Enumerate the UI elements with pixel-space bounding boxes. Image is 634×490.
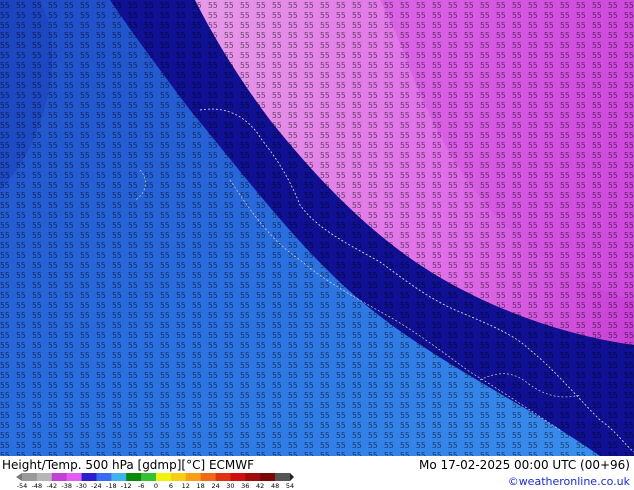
scale-tick-label: -42 [46, 482, 58, 490]
valid-time: Mo 17-02-2025 00:00 UTC (00+96) [418, 458, 630, 472]
temperature-map: 55 [0, 0, 634, 456]
scale-tick-label: -24 [91, 482, 102, 490]
footer-bar: Height/Temp. 500 hPa [gdmp][°C] ECMWF Mo… [0, 456, 634, 490]
scale-swatch [126, 473, 142, 481]
scale-tick-label: -48 [31, 482, 43, 490]
scale-swatch [96, 473, 112, 481]
scale-tick-label: -12 [120, 482, 132, 490]
scale-swatch [185, 473, 201, 481]
map-area: 55 [0, 0, 634, 456]
color-scale-ticks: -54 -48 -42 -38 -30 -24 -18 -12 -6 0 6 12 18 24 30 36 42… [16, 482, 300, 490]
scale-swatch [156, 473, 172, 481]
scale-swatch [111, 473, 127, 481]
scale-swatch [66, 473, 82, 481]
scale-swatch [51, 473, 67, 481]
scale-tick-label: 54 [285, 482, 295, 490]
scale-swatch [170, 473, 187, 481]
credit-link[interactable]: ©weatheronline.co.uk [508, 475, 630, 488]
scale-swatch [215, 473, 231, 481]
scale-tick-label: -54 [16, 482, 28, 490]
scale-tick-label: 0 [153, 482, 159, 490]
scale-tick-label: 6 [168, 482, 173, 490]
scale-arrow-right [290, 473, 294, 481]
scale-swatch [230, 473, 246, 481]
scale-tick-label: -6 [137, 482, 145, 490]
scale-swatch [200, 473, 216, 481]
scale-swatch [260, 473, 276, 481]
scale-swatch [36, 473, 53, 481]
scale-tick-label: 48 [270, 482, 280, 490]
height-labels-texture [0, 0, 634, 456]
color-scale-bar [16, 473, 294, 481]
scale-tick-label: 30 [226, 482, 235, 490]
scale-tick-label: -38 [61, 482, 72, 490]
scale-arrow-left [16, 473, 22, 481]
scale-tick-label: -30 [76, 482, 87, 490]
scale-swatch [275, 473, 291, 481]
weather-map-view: 55 Height/Temp. 500 hPa [gdmp][°C] ECMWF… [0, 0, 634, 490]
scale-tick-label: 24 [211, 482, 220, 490]
scale-swatch [22, 473, 38, 481]
scale-tick-label: -18 [105, 482, 117, 490]
scale-tick-label: 42 [256, 482, 265, 490]
scale-tick-label: 12 [181, 482, 190, 490]
scale-tick-label: 18 [196, 482, 205, 490]
scale-tick-label: 36 [241, 482, 250, 490]
map-title: Height/Temp. 500 hPa [gdmp][°C] ECMWF [2, 458, 255, 472]
scale-swatch [141, 473, 157, 481]
scale-swatch [245, 473, 261, 481]
scale-swatch [81, 473, 97, 481]
